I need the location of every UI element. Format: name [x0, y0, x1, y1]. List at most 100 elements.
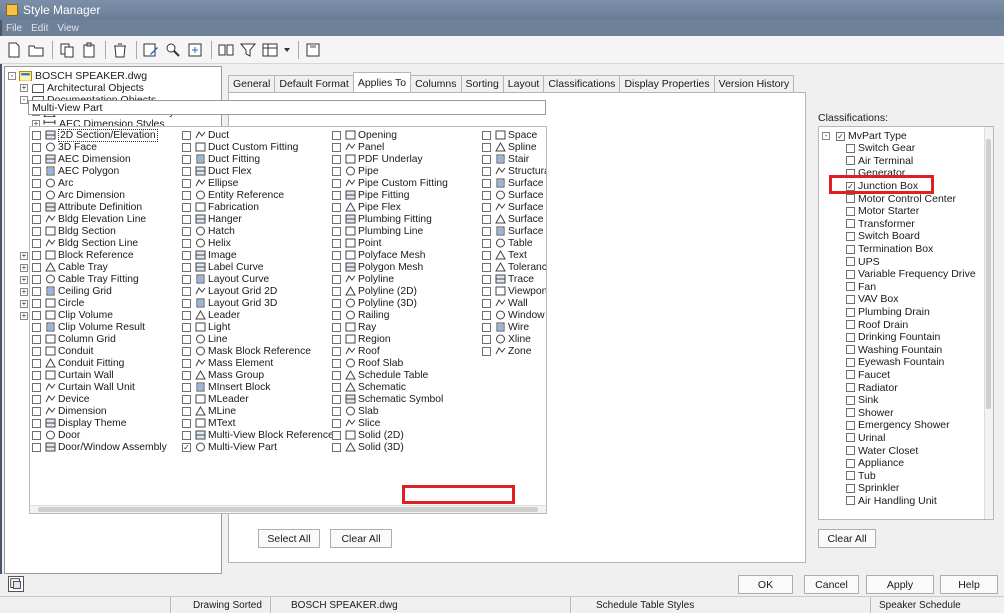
checkbox[interactable] — [182, 418, 191, 428]
object-type-item[interactable]: Ellipse — [182, 177, 334, 189]
object-type-item[interactable]: Surface (Extrusio — [482, 189, 546, 201]
tab-sorting[interactable]: Sorting — [460, 75, 504, 93]
filter-icon[interactable] — [238, 40, 258, 60]
object-type-item[interactable]: Wire — [482, 321, 546, 333]
checkbox[interactable] — [182, 346, 191, 356]
object-type-item[interactable]: Duct — [182, 129, 334, 141]
expand-toggle-icon[interactable]: + — [20, 276, 28, 284]
object-type-item[interactable]: Zone — [482, 345, 546, 357]
classification-item[interactable]: Air Handling Unit — [822, 495, 993, 508]
checkbox[interactable] — [32, 154, 41, 164]
checkbox[interactable] — [332, 286, 341, 296]
object-type-item[interactable]: Tolerance — [482, 261, 546, 273]
object-type-item[interactable]: Clip Volume — [32, 309, 167, 321]
object-type-item[interactable]: MText — [182, 417, 334, 429]
object-type-item[interactable]: Helix — [182, 237, 334, 249]
object-type-item[interactable]: Conduit Fitting — [32, 357, 167, 369]
checkbox[interactable] — [846, 483, 855, 493]
tab-display-properties[interactable]: Display Properties — [619, 75, 715, 93]
object-type-item[interactable]: Cable Tray Fitting — [32, 273, 167, 285]
object-type-item[interactable]: Pipe Flex — [332, 201, 448, 213]
classification-item[interactable]: ✓ Junction Box — [822, 180, 993, 193]
classification-item[interactable]: Plumbing Drain — [822, 306, 993, 319]
checkbox[interactable] — [332, 202, 341, 212]
object-type-item[interactable]: Duct Fitting — [182, 153, 334, 165]
checkbox[interactable] — [846, 294, 855, 304]
checkbox[interactable] — [32, 202, 41, 212]
object-type-item[interactable]: Mass Group — [182, 369, 334, 381]
object-type-item[interactable]: AEC Polygon — [32, 165, 167, 177]
object-type-item[interactable]: Space — [482, 129, 546, 141]
checkbox[interactable] — [482, 322, 491, 332]
view-icon[interactable] — [260, 40, 280, 60]
checkbox[interactable] — [846, 168, 855, 178]
drawing-manager-icon[interactable] — [8, 576, 24, 592]
checkbox[interactable] — [482, 238, 491, 248]
checkbox[interactable] — [332, 214, 341, 224]
checked-checkbox[interactable]: ✓ — [846, 181, 855, 191]
classification-item[interactable]: Termination Box — [822, 243, 993, 256]
object-type-item[interactable]: Layout Curve — [182, 273, 334, 285]
checkbox[interactable] — [182, 178, 191, 188]
expand-toggle-icon[interactable]: + — [20, 312, 28, 320]
object-type-item[interactable]: Plumbing Line — [332, 225, 448, 237]
classification-item[interactable]: Appliance — [822, 457, 993, 470]
object-type-item[interactable]: Roof — [332, 345, 448, 357]
tab-general[interactable]: General — [228, 75, 276, 93]
classification-item[interactable]: UPS — [822, 255, 993, 268]
checkbox[interactable] — [846, 244, 855, 254]
object-type-item[interactable]: Conduit — [32, 345, 167, 357]
object-type-item[interactable]: Pipe Fitting — [332, 189, 448, 201]
classification-item[interactable]: Radiator — [822, 381, 993, 394]
object-type-item[interactable]: Door/Window Assembly — [32, 441, 167, 453]
classifications-clear-all-button[interactable]: Clear All — [818, 529, 876, 548]
checkbox[interactable] — [182, 334, 191, 344]
partial-checkbox[interactable]: ✓ — [836, 131, 845, 141]
object-type-item[interactable]: AEC Dimension — [32, 153, 167, 165]
checkbox[interactable] — [846, 345, 855, 355]
checkbox[interactable] — [846, 408, 855, 418]
object-type-item[interactable]: Hatch — [182, 225, 334, 237]
open-icon[interactable] — [26, 40, 46, 60]
object-type-item[interactable]: Entity Reference — [182, 189, 334, 201]
checkbox[interactable] — [482, 142, 491, 152]
object-type-item[interactable]: Bldg Elevation Line — [32, 213, 167, 225]
checkbox[interactable] — [482, 250, 491, 260]
checkbox[interactable] — [482, 262, 491, 272]
checkbox[interactable] — [846, 194, 855, 204]
checkbox[interactable] — [182, 298, 191, 308]
checkbox[interactable] — [32, 250, 41, 260]
sync-icon[interactable] — [185, 40, 205, 60]
object-type-item[interactable]: Railing — [332, 309, 448, 321]
checkbox[interactable] — [32, 310, 41, 320]
checkbox[interactable] — [332, 178, 341, 188]
tree-node[interactable]: - BOSCH SPEAKER.dwg — [8, 70, 221, 82]
classification-item[interactable]: Drinking Fountain — [822, 331, 993, 344]
object-type-item[interactable]: Duct Custom Fitting — [182, 141, 334, 153]
checkbox[interactable] — [846, 332, 855, 342]
checkbox[interactable] — [482, 190, 491, 200]
checkbox[interactable] — [846, 156, 855, 166]
checkbox[interactable] — [32, 382, 41, 392]
object-type-item[interactable]: 3D Face — [32, 141, 167, 153]
object-type-item[interactable]: Surface (Sweep — [482, 225, 546, 237]
object-type-item[interactable]: Arc — [32, 177, 167, 189]
checkbox[interactable] — [182, 358, 191, 368]
checkbox[interactable] — [182, 238, 191, 248]
checkbox[interactable] — [32, 346, 41, 356]
tab-columns[interactable]: Columns — [410, 75, 462, 93]
checkbox[interactable] — [182, 286, 191, 296]
checkbox[interactable] — [846, 257, 855, 267]
classification-item[interactable]: Variable Frequency Drive — [822, 268, 993, 281]
object-type-item[interactable]: Leader — [182, 309, 334, 321]
checkbox[interactable] — [332, 430, 341, 440]
object-type-item[interactable]: Display Theme — [32, 417, 167, 429]
object-type-item[interactable]: Ceiling Grid — [32, 285, 167, 297]
classification-item[interactable]: Emergency Shower — [822, 419, 993, 432]
object-type-item[interactable]: Structural Memb — [482, 165, 546, 177]
classification-item[interactable]: Switch Gear — [822, 142, 993, 155]
tab-layout[interactable]: Layout — [502, 75, 545, 93]
menu-view[interactable]: View — [57, 23, 79, 34]
object-type-item[interactable]: Dimension — [32, 405, 167, 417]
checkbox[interactable] — [332, 238, 341, 248]
